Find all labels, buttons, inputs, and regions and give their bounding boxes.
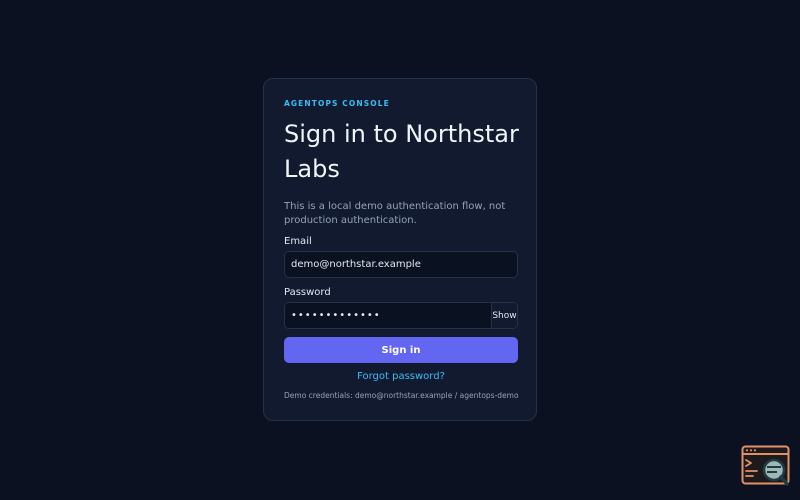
password-label: Password	[284, 287, 331, 298]
demo-disclaimer: This is a local demo authentication flow…	[284, 201, 506, 226]
page-title: Sign in to Northstar Labs	[284, 120, 519, 183]
login-card: AGENTOPS CONSOLE Sign in to Northstar La…	[263, 78, 537, 421]
browser-search-icon[interactable]	[741, 445, 791, 487]
email-label: Email	[284, 236, 312, 247]
console-eyebrow: AGENTOPS CONSOLE	[284, 99, 390, 108]
demo-credentials-note: Demo credentials: demo@northstar.example…	[284, 391, 519, 400]
forgot-password-link[interactable]: Forgot password?	[284, 371, 518, 382]
password-field[interactable]	[285, 303, 492, 328]
password-group: Show	[284, 302, 518, 329]
show-password-button[interactable]: Show	[492, 303, 517, 328]
sign-in-button[interactable]: Sign in	[284, 337, 518, 363]
email-field[interactable]	[284, 251, 518, 278]
